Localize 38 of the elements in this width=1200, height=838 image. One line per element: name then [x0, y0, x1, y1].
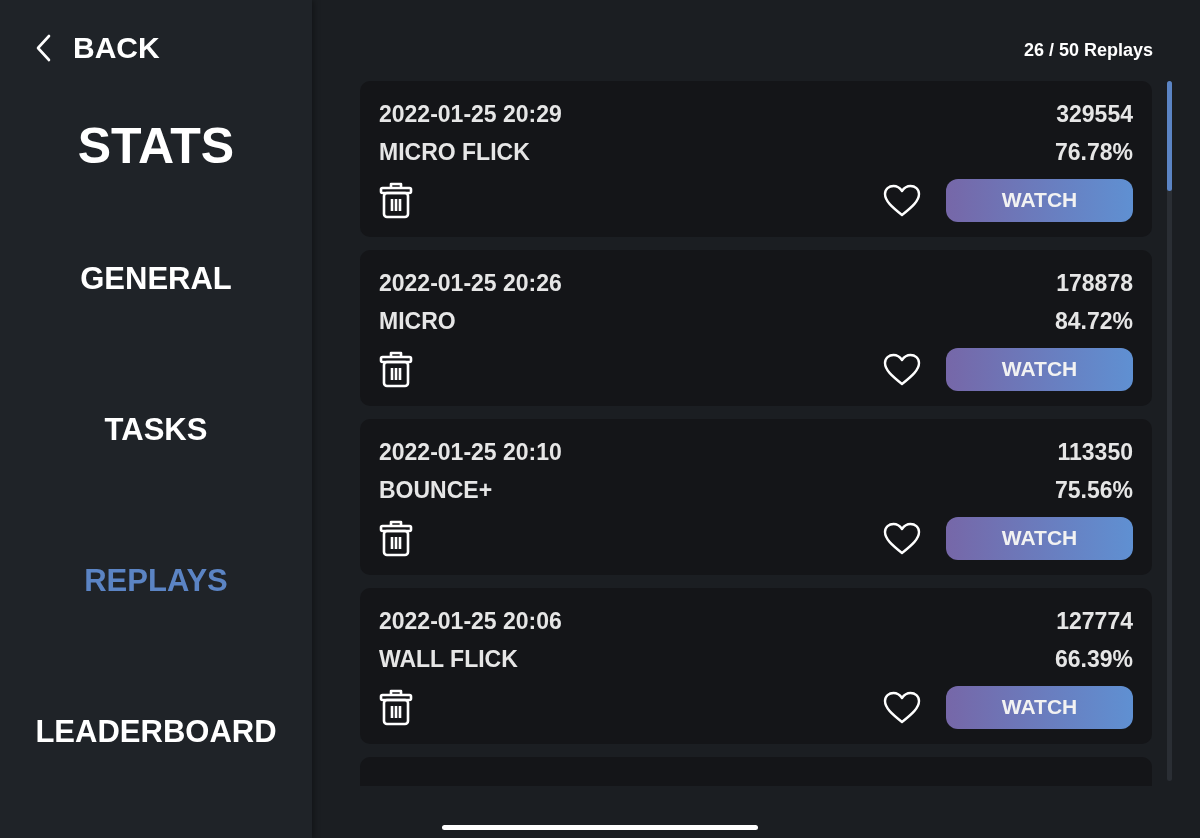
scrollbar[interactable] — [1167, 81, 1172, 781]
heart-icon[interactable] — [883, 352, 921, 386]
watch-button[interactable]: WATCH — [946, 685, 1133, 729]
replay-date: 2022-01-25 20:10 — [379, 438, 562, 466]
trash-icon[interactable] — [379, 181, 413, 219]
replay-score: 113350 — [1057, 438, 1133, 466]
watch-button[interactable]: WATCH — [946, 178, 1133, 222]
back-chevron-icon — [35, 34, 51, 62]
replay-mode: BOUNCE+ — [379, 476, 493, 504]
replay-date: 2022-01-25 20:29 — [379, 100, 562, 128]
replay-mode: MICRO — [379, 307, 456, 335]
replay-score: 178878 — [1056, 269, 1133, 297]
replay-accuracy: 84.72% — [1055, 307, 1133, 335]
replay-date: 2022-01-25 20:26 — [379, 269, 562, 297]
replay-accuracy: 76.78% — [1055, 138, 1133, 166]
nav-tab[interactable]: REPLAYS — [84, 563, 228, 599]
replay-date: 2022-01-25 20:06 — [379, 607, 562, 635]
heart-icon[interactable] — [883, 521, 921, 555]
nav-tab[interactable]: GENERAL — [80, 261, 232, 297]
replay-score: 127774 — [1056, 607, 1133, 635]
trash-icon[interactable] — [379, 519, 413, 557]
replay-count: 26 / 50 Replays — [1023, 40, 1153, 62]
watch-button[interactable]: WATCH — [946, 516, 1133, 560]
trash-icon[interactable] — [379, 688, 413, 726]
replay-mode: WALL FLICK — [379, 645, 518, 673]
heart-icon[interactable] — [883, 690, 921, 724]
heart-icon[interactable] — [883, 183, 921, 217]
nav-tab[interactable]: TASKS — [104, 412, 208, 448]
watch-button[interactable]: WATCH — [946, 347, 1133, 391]
trash-icon[interactable] — [379, 350, 413, 388]
back-button[interactable]: BACK — [35, 31, 160, 65]
replay-accuracy: 66.39% — [1055, 645, 1133, 673]
replay-accuracy: 75.56% — [1055, 476, 1133, 504]
replay-score: 329554 — [1056, 100, 1133, 128]
replay-mode: MICRO FLICK — [379, 138, 530, 166]
nav-tab[interactable]: LEADERBOARD — [35, 714, 277, 750]
page-title: STATS — [77, 121, 235, 171]
back-label: BACK — [73, 31, 160, 65]
